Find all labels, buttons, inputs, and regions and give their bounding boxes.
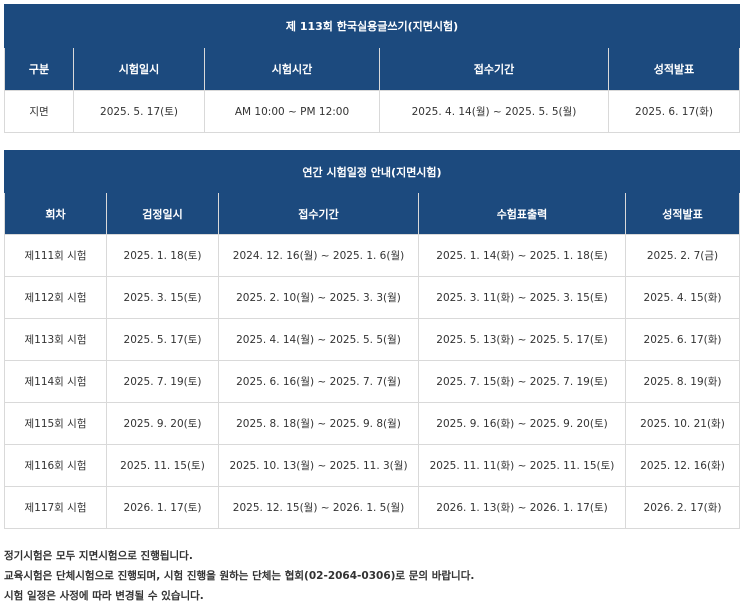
cell-admission-ticket: 2025. 9. 16(화) ~ 2025. 9. 20(토) (418, 402, 626, 445)
notice-item: 교육시험은 단체시험으로 진행되며, 시험 진행을 원하는 단체는 협회(02-… (4, 570, 475, 582)
cell-registration-period: 2025. 8. 18(월) ~ 2025. 9. 8(월) (218, 402, 419, 445)
header-exam-date: 시험일시 (73, 47, 205, 91)
cell-admission-ticket: 2026. 1. 13(화) ~ 2026. 1. 17(토) (418, 486, 626, 529)
header-exam-time: 시험시간 (204, 47, 380, 91)
cell-registration-period: 2025. 2. 10(월) ~ 2025. 3. 3(월) (218, 276, 419, 319)
header-registration-period: 접수기간 (218, 192, 419, 235)
exam-info-title: 제 113회 한국실용글쓰기(지면시험) (3, 4, 741, 48)
cell-registration-period: 2025. 6. 16(월) ~ 2025. 7. 7(월) (218, 360, 419, 403)
table-row: 제114회 시험 2025. 7. 19(토) 2025. 6. 16(월) ~… (4, 360, 740, 403)
cell-test-date: 2026. 1. 17(토) (106, 486, 219, 529)
cell-result-date: 2025. 2. 7(금) (625, 234, 740, 277)
header-admission-ticket: 수험표출력 (418, 192, 626, 235)
table-row: 지면 2025. 5. 17(토) AM 10:00 ~ PM 12:00 20… (4, 90, 741, 133)
cell-exam-time: AM 10:00 ~ PM 12:00 (204, 90, 380, 133)
table-row: 제117회 시험 2026. 1. 17(토) 2025. 12. 15(월) … (4, 486, 740, 529)
notice-list: 정기시험은 모두 지면시험으로 진행됩니다. 교육시험은 단체시험으로 진행되며… (4, 546, 739, 606)
cell-test-date: 2025. 11. 15(토) (106, 444, 219, 487)
cell-registration-period: 2024. 12. 16(월) ~ 2025. 1. 6(월) (218, 234, 419, 277)
cell-test-date: 2025. 1. 18(토) (106, 234, 219, 277)
table-row: 제115회 시험 2025. 9. 20(토) 2025. 8. 18(월) ~… (4, 402, 740, 445)
table-row: 제112회 시험 2025. 3. 15(토) 2025. 2. 10(월) ~… (4, 276, 740, 319)
cell-admission-ticket: 2025. 11. 11(화) ~ 2025. 11. 15(토) (418, 444, 626, 487)
notice-item: 시험 일정은 사정에 따라 변경될 수 있습니다. (4, 590, 204, 602)
header-round: 회차 (4, 192, 107, 235)
cell-test-date: 2025. 7. 19(토) (106, 360, 219, 403)
cell-round: 제116회 시험 (4, 444, 107, 487)
cell-category: 지면 (4, 90, 74, 133)
header-result-date: 성적발표 (625, 192, 740, 235)
cell-result-date: 2025. 4. 15(화) (625, 276, 740, 319)
cell-registration-period: 2025. 4. 14(월) ~ 2025. 5. 5(월) (218, 318, 419, 361)
cell-round: 제117회 시험 (4, 486, 107, 529)
cell-admission-ticket: 2025. 1. 14(화) ~ 2025. 1. 18(토) (418, 234, 626, 277)
cell-exam-date: 2025. 5. 17(토) (73, 90, 205, 133)
cell-result-date: 2025. 6. 17(화) (607, 90, 741, 133)
cell-registration-period: 2025. 10. 13(월) ~ 2025. 11. 3(월) (218, 444, 419, 487)
exam-info-table: 제 113회 한국실용글쓰기(지면시험) 구분 시험일시 시험시간 접수기간 성… (3, 4, 741, 133)
header-registration-period: 접수기간 (379, 47, 609, 91)
cell-result-date: 2025. 8. 19(화) (625, 360, 740, 403)
header-test-date: 검정일시 (106, 192, 219, 235)
cell-admission-ticket: 2025. 7. 15(화) ~ 2025. 7. 19(토) (418, 360, 626, 403)
annual-schedule-table: 연간 시험일정 안내(지면시험) 회차 검정일시 접수기간 수험표출력 성적발표… (4, 150, 740, 529)
header-category: 구분 (4, 47, 74, 91)
cell-round: 제111회 시험 (4, 234, 107, 277)
cell-round: 제112회 시험 (4, 276, 107, 319)
cell-result-date: 2025. 10. 21(화) (625, 402, 740, 445)
cell-result-date: 2026. 2. 17(화) (625, 486, 740, 529)
cell-result-date: 2025. 6. 17(화) (625, 318, 740, 361)
cell-admission-ticket: 2025. 3. 11(화) ~ 2025. 3. 15(토) (418, 276, 626, 319)
table-row: 제111회 시험 2025. 1. 18(토) 2024. 12. 16(월) … (4, 234, 740, 277)
cell-round: 제113회 시험 (4, 318, 107, 361)
cell-test-date: 2025. 5. 17(토) (106, 318, 219, 361)
cell-registration-period: 2025. 12. 15(월) ~ 2026. 1. 5(월) (218, 486, 419, 529)
cell-admission-ticket: 2025. 5. 13(화) ~ 2025. 5. 17(토) (418, 318, 626, 361)
cell-test-date: 2025. 9. 20(토) (106, 402, 219, 445)
table-row: 제113회 시험 2025. 5. 17(토) 2025. 4. 14(월) ~… (4, 318, 740, 361)
annual-schedule-title: 연간 시험일정 안내(지면시험) (4, 150, 740, 193)
table-row: 제116회 시험 2025. 11. 15(토) 2025. 10. 13(월)… (4, 444, 740, 487)
cell-test-date: 2025. 3. 15(토) (106, 276, 219, 319)
cell-round: 제114회 시험 (4, 360, 107, 403)
cell-round: 제115회 시험 (4, 402, 107, 445)
cell-registration-period: 2025. 4. 14(월) ~ 2025. 5. 5(월) (379, 90, 609, 133)
notice-item: 정기시험은 모두 지면시험으로 진행됩니다. (4, 550, 193, 562)
page: 제 113회 한국실용글쓰기(지면시험) 구분 시험일시 시험시간 접수기간 성… (0, 0, 743, 613)
cell-result-date: 2025. 12. 16(화) (625, 444, 740, 487)
header-result-date: 성적발표 (607, 47, 741, 91)
